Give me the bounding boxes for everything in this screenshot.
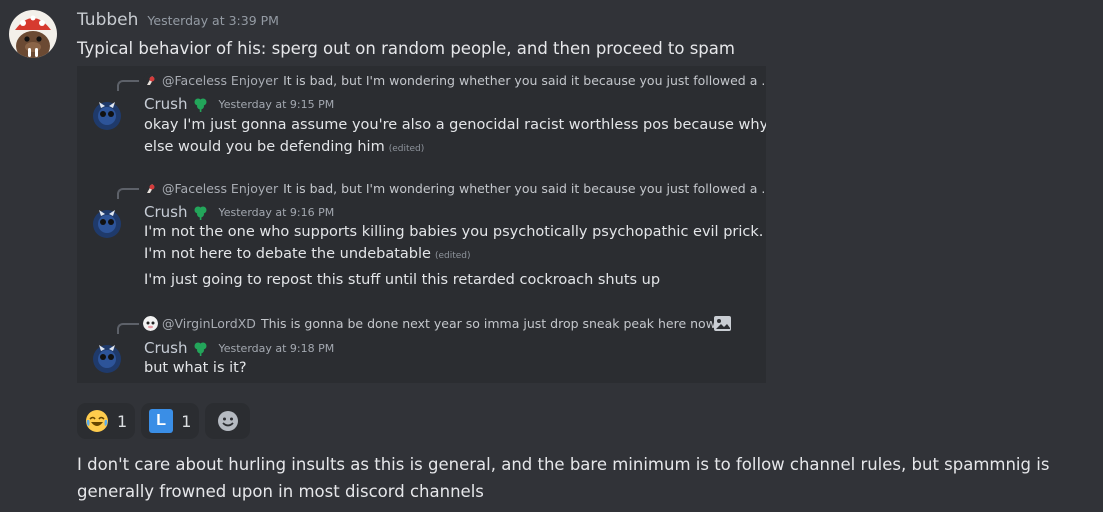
reply-preview: This is gonna be done next year so imma … — [260, 316, 732, 331]
quoted-author: Crush — [144, 95, 188, 113]
reply-connector — [117, 80, 139, 91]
reply-reference[interactable]: @Faceless Enjoyer It is bad, but I'm won… — [143, 181, 766, 196]
reply-preview: It is bad, but I'm wondering whether you… — [283, 73, 766, 88]
crush-avatar — [93, 102, 121, 130]
crush-avatar — [93, 210, 121, 238]
joy-emoji-icon — [86, 410, 108, 432]
reaction-count: 1 — [181, 411, 192, 431]
clover-badge-icon — [194, 98, 207, 112]
reply-username: @Faceless Enjoyer — [162, 73, 279, 88]
add-reaction-button[interactable] — [205, 403, 251, 439]
reply-connector — [117, 323, 139, 334]
username[interactable]: Tubbeh — [77, 10, 138, 30]
reply-reference[interactable]: @Faceless Enjoyer It is bad, but I'm won… — [143, 73, 766, 88]
crush-avatar — [93, 345, 121, 373]
reply-username: @Faceless Enjoyer — [162, 181, 279, 196]
timestamp[interactable]: Yesterday at 3:39 PM — [147, 13, 279, 28]
reaction-bar: 1 L 1 — [77, 403, 251, 439]
user-avatar[interactable] — [9, 10, 57, 58]
quoted-author: Crush — [144, 339, 188, 357]
reply-preview: It is bad, but I'm wondering whether you… — [283, 181, 766, 196]
reply-avatar-icon — [143, 73, 158, 88]
reply-reference[interactable]: @VirginLordXD This is gonna be done next… — [143, 316, 732, 331]
reply-username: @VirginLordXD — [162, 316, 256, 331]
l-letter-icon: L — [149, 409, 174, 433]
quoted-line: I'm not the one who supports killing bab… — [144, 224, 764, 240]
quoted-line: else would you be defending him (edited) — [144, 139, 425, 155]
quoted-time: Yesterday at 9:18 PM — [218, 341, 335, 355]
quoted-line: okay I'm just gonna assume you're also a… — [144, 117, 766, 133]
followup-text-line-1: I don't care about hurling insults as th… — [77, 455, 1050, 474]
message-text: Typical behavior of his: sperg out on ra… — [77, 39, 735, 58]
quoted-line: I'm just going to repost this stuff unti… — [144, 272, 661, 288]
reply-avatar-icon — [143, 316, 158, 331]
message-header: Tubbeh Yesterday at 3:39 PM — [77, 10, 279, 30]
reaction-count: 1 — [117, 411, 128, 431]
followup-text-line-2: generally frowned upon in most discord c… — [77, 482, 484, 501]
reply-connector — [117, 188, 139, 199]
quoted-line: I'm not here to debate the undebatable (e… — [144, 246, 471, 262]
quoted-line: but what is it? — [144, 360, 247, 376]
quoted-time: Yesterday at 9:15 PM — [218, 97, 335, 111]
edited-tag: (edited) — [388, 144, 425, 154]
smiley-icon — [217, 411, 238, 431]
quoted-author: Crush — [144, 203, 188, 221]
quoted-message-header: Crush Yesterday at 9:18 PM — [144, 339, 334, 357]
reply-avatar-icon — [143, 181, 158, 196]
quoted-time: Yesterday at 9:16 PM — [218, 205, 335, 219]
edited-tag: (edited) — [434, 251, 471, 261]
image-icon — [714, 316, 731, 331]
clover-badge-icon — [194, 206, 207, 220]
quoted-message-header: Crush Yesterday at 9:15 PM — [144, 95, 334, 113]
reaction-joy[interactable]: 1 — [77, 403, 136, 439]
quoted-message-header: Crush Yesterday at 9:16 PM — [144, 203, 334, 221]
clover-badge-icon — [194, 342, 207, 356]
reaction-l[interactable]: L 1 — [141, 403, 200, 439]
attached-screenshot[interactable]: @Faceless Enjoyer It is bad, but I'm won… — [77, 66, 766, 383]
